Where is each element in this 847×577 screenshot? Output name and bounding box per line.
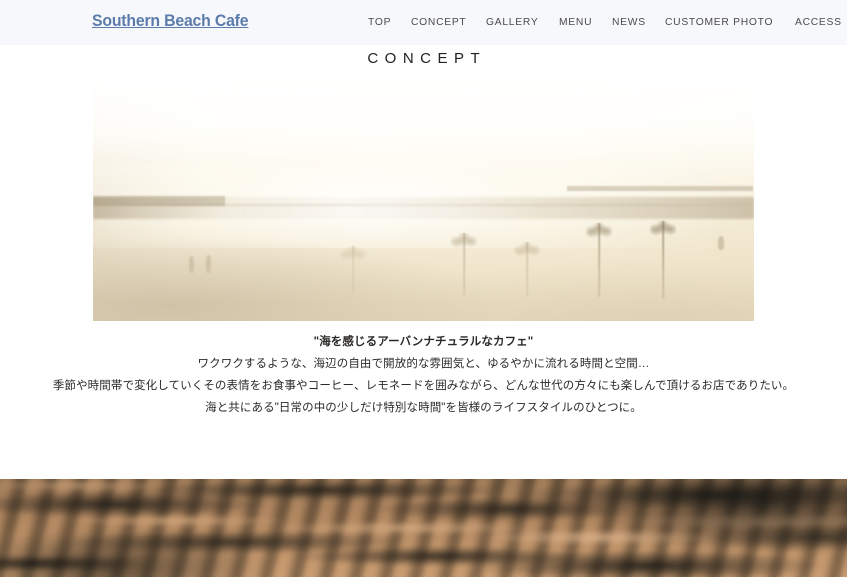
concept-body-line-1: ワクワクするような、海辺の自由で開放的な雰囲気と、ゆるやかに流れる時間と空間… — [197, 358, 650, 370]
bottom-banner-image — [0, 479, 847, 577]
concept-body-line-3: 海と共にある"日常の中の少しだけ特別な時間"を皆様のライフスタイルのひとつに。 — [205, 402, 642, 414]
nav-item-top[interactable]: TOP — [368, 16, 391, 28]
page-title: CONCEPT — [367, 50, 487, 67]
nav-item-concept[interactable]: CONCEPT — [411, 16, 466, 28]
hero-pier-silhouette — [93, 196, 225, 206]
sand-dune-shadow-right — [511, 479, 847, 558]
sand-dune-shadow-left — [0, 518, 302, 577]
hero-image — [93, 78, 754, 321]
main-navigation: TOP CONCEPT GALLERY MENU NEWS CUSTOMER P… — [368, 16, 842, 28]
nav-item-news[interactable]: NEWS — [612, 16, 646, 28]
site-logo[interactable]: Southern Beach Cafe — [92, 11, 249, 31]
concept-body-line-2: 季節や時間帯で変化していくその表情をお食事やコーヒー、レモネードを囲みながら、ど… — [52, 380, 795, 392]
hero-sand-foreground — [93, 214, 754, 321]
concept-text-block: "海を感じるアーバンナチュラルなカフェ" ワクワクするような、海辺の自由で開放的… — [0, 331, 847, 419]
nav-item-menu[interactable]: MENU — [559, 16, 592, 28]
site-header: Southern Beach Cafe TOP CONCEPT GALLERY … — [0, 0, 847, 45]
nav-item-gallery[interactable]: GALLERY — [486, 16, 538, 28]
concept-lead-text: "海を感じるアーバンナチュラルなカフェ" — [313, 336, 534, 348]
nav-item-customer-photo[interactable]: CUSTOMER PHOTO — [665, 16, 773, 28]
hero-pier-silhouette — [567, 186, 753, 191]
nav-item-access[interactable]: ACCESS — [795, 16, 842, 28]
